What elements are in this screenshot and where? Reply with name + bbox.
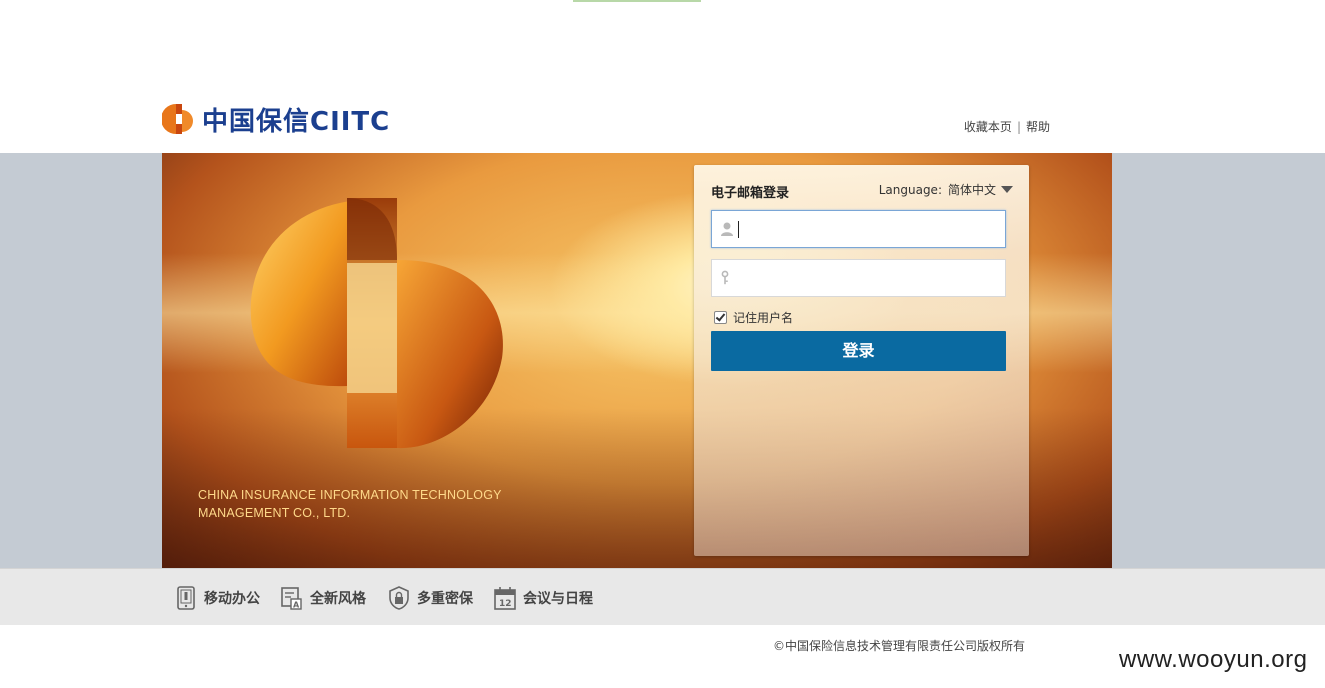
logo-text: 中国保信CIITC <box>202 106 391 137</box>
header-links: 收藏本页 | 帮助 <box>964 118 1050 135</box>
user-icon <box>721 222 733 236</box>
svg-text:12: 12 <box>499 599 512 609</box>
language-label: Language: <box>878 182 942 197</box>
page-header: 中国保信CIITC 收藏本页 | 帮助 <box>0 0 1325 153</box>
link-separator: | <box>1016 120 1021 134</box>
login-panel: 电子邮箱登录 Language: 简体中文 记住用户名 登录 <box>694 165 1029 556</box>
feature-label: 全新风格 <box>310 591 366 607</box>
remember-checkbox[interactable] <box>714 311 727 324</box>
feature-new-style: A 全新风格 <box>281 586 366 610</box>
remember-label[interactable]: 记住用户名 <box>733 309 793 326</box>
login-button[interactable]: 登录 <box>711 331 1006 371</box>
feature-label: 多重密保 <box>417 591 473 607</box>
feature-label: 会议与日程 <box>523 591 593 607</box>
feature-label: 移动办公 <box>204 591 260 607</box>
text-cursor <box>738 221 739 238</box>
help-link[interactable]: 帮助 <box>1026 120 1050 134</box>
new-style-icon: A <box>281 587 302 610</box>
calendar-icon: 12 <box>494 587 516 610</box>
bookmark-link[interactable]: 收藏本页 <box>964 120 1012 134</box>
remember-username[interactable]: 记住用户名 <box>714 309 793 326</box>
feature-mobile-office: 移动办公 <box>175 586 260 610</box>
company-en-line-1: CHINA INSURANCE INFORMATION TECHNOLOGY <box>198 488 502 502</box>
mobile-phone-icon <box>177 586 195 610</box>
company-english-name: CHINA INSURANCE INFORMATION TECHNOLOGY M… <box>198 486 502 522</box>
feature-multi-security: 多重密保 <box>388 586 473 610</box>
language-value[interactable]: 简体中文 <box>948 181 996 198</box>
copyright-text: ©中国保险信息技术管理有限责任公司版权所有 <box>773 639 1026 653</box>
language-selector[interactable]: Language: 简体中文 <box>879 181 1013 198</box>
features-bar: 移动办公 A 全新风格 多重密保 12 会议与日程 <box>0 568 1325 625</box>
password-input[interactable] <box>738 262 1002 294</box>
ciitc-logo[interactable]: 中国保信CIITC <box>162 102 391 137</box>
key-icon <box>721 270 729 285</box>
chevron-down-icon[interactable] <box>1001 186 1013 193</box>
watermark-text: www.wooyun.org <box>1119 646 1308 673</box>
username-input[interactable] <box>738 213 1002 245</box>
svg-text:A: A <box>293 601 300 610</box>
password-field[interactable] <box>711 259 1006 297</box>
ciitc-emblem-image <box>250 198 503 449</box>
lock-shield-icon <box>389 586 409 610</box>
login-title: 电子邮箱登录 <box>711 186 790 201</box>
ciitc-logo-icon <box>162 104 193 134</box>
feature-meeting-schedule: 12 会议与日程 <box>494 586 593 610</box>
username-field[interactable] <box>711 210 1006 248</box>
company-en-line-2: MANAGEMENT CO., LTD. <box>198 506 351 520</box>
